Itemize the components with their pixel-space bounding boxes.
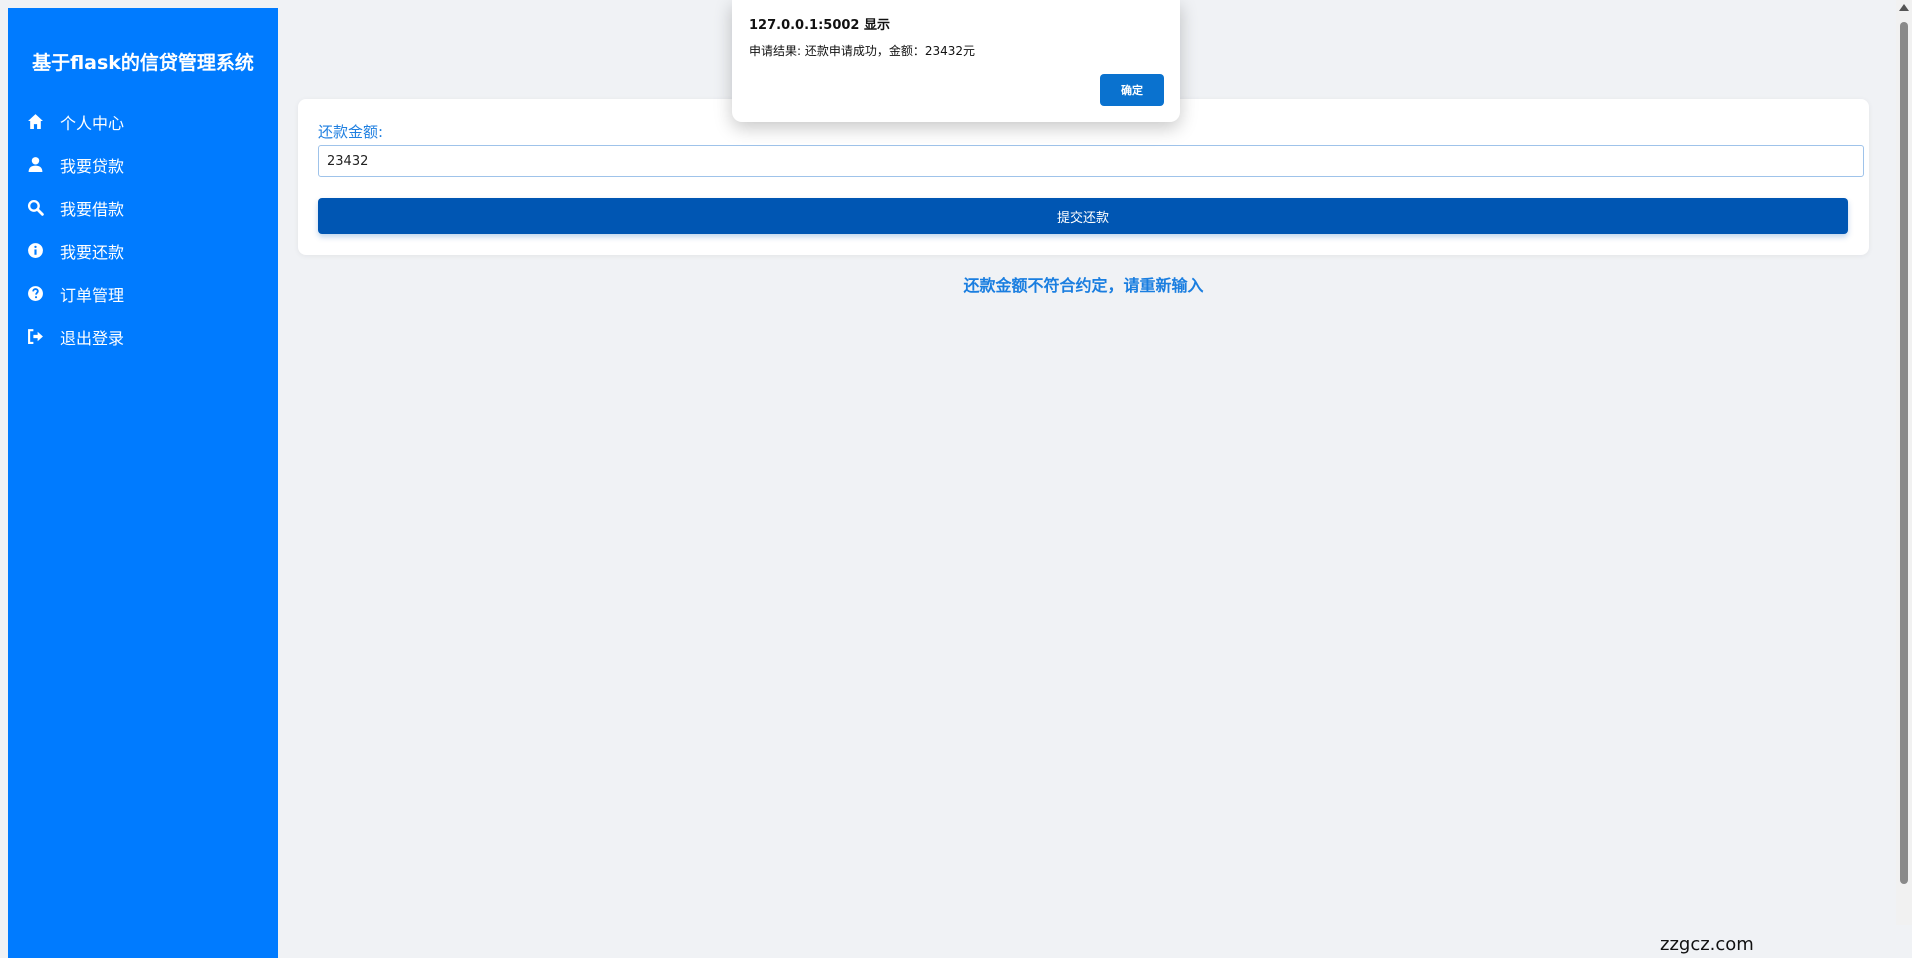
sidebar-nav: 个人中心 我要贷款 我要借款 我要还款 订单管理 退出登录: [26, 100, 124, 358]
submit-repayment-button[interactable]: 提交还款: [318, 198, 1848, 234]
error-message: 还款金额不符合约定，请重新输入: [963, 276, 1204, 295]
sidebar-item-personal-center[interactable]: 个人中心: [26, 100, 124, 143]
sidebar-item-label: 退出登录: [60, 328, 125, 348]
scroll-thumb[interactable]: [1900, 22, 1908, 884]
info-icon: [26, 242, 44, 260]
sidebar-item-label: 订单管理: [60, 285, 125, 305]
sidebar-item-label: 我要贷款: [60, 156, 125, 176]
repayment-amount-label: 还款金额:: [318, 123, 384, 141]
user-icon: [26, 156, 44, 174]
sidebar-item-repay[interactable]: 我要还款: [26, 229, 124, 272]
dialog-message: 申请结果: 还款申请成功，金额：23432元: [749, 44, 976, 58]
repayment-form-card: 还款金额: 提交还款: [298, 99, 1869, 255]
sidebar-item-loan[interactable]: 我要贷款: [26, 143, 124, 186]
question-icon: [26, 285, 44, 303]
sidebar-item-label: 个人中心: [60, 113, 125, 133]
sign-out-icon: [26, 328, 44, 346]
sidebar-item-orders[interactable]: 订单管理: [26, 272, 124, 315]
home-icon: [26, 113, 44, 131]
search-icon: [26, 199, 44, 217]
sidebar-item-logout[interactable]: 退出登录: [26, 315, 124, 358]
page-scrollbar[interactable]: [1896, 0, 1912, 925]
sidebar-item-borrow[interactable]: 我要借款: [26, 186, 124, 229]
dialog-ok-button[interactable]: 确定: [1100, 74, 1164, 106]
scroll-up-arrow-icon[interactable]: [1899, 4, 1909, 11]
sidebar-item-label: 我要还款: [60, 242, 125, 262]
repayment-amount-input[interactable]: [318, 145, 1864, 177]
watermark: zzgcz.com: [1660, 934, 1754, 955]
app-title: 基于flask的信贷管理系统: [32, 52, 254, 74]
alert-dialog: 127.0.0.1:5002 显示 申请结果: 还款申请成功，金额：23432元…: [732, 0, 1180, 122]
page: 基于flask的信贷管理系统 个人中心 我要贷款 我要借款 我要还款 订单管理 …: [0, 0, 1912, 958]
sidebar-item-label: 我要借款: [60, 199, 125, 219]
dialog-title: 127.0.0.1:5002 显示: [749, 18, 890, 33]
sidebar: 基于flask的信贷管理系统 个人中心 我要贷款 我要借款 我要还款 订单管理 …: [8, 8, 278, 958]
